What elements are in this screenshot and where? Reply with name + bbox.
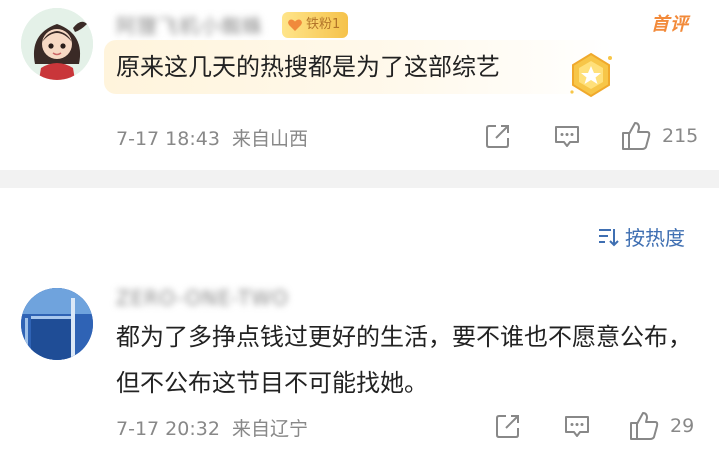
fan-badge: 铁粉1 xyxy=(282,12,349,38)
sort-icon xyxy=(599,228,619,246)
first-review-tag: 首评 xyxy=(651,14,689,35)
comment-item: 阿狸飞机小蜘蛛 铁粉1 首评 原来这几天的热搜都是为了这部综艺 7-17 18:… xyxy=(0,0,719,170)
comment-icon xyxy=(565,416,589,437)
like-count: 215 xyxy=(662,125,699,147)
comment-text: 都为了多挣点钱过更好的生活，要不谁也不愿意公布，但不公布这节目不可能找她。 xyxy=(116,323,692,397)
cartoon-girl-avatar-icon xyxy=(21,8,93,80)
comment-icon xyxy=(555,126,579,147)
comment-location: 来自辽宁 xyxy=(231,418,308,440)
avatar[interactable] xyxy=(21,288,93,360)
share-icon xyxy=(496,415,519,438)
blue-building-avatar-icon xyxy=(21,288,93,360)
heart-icon xyxy=(288,19,302,31)
comment-button[interactable] xyxy=(563,412,591,440)
section-divider xyxy=(0,170,719,188)
thumbs-up-icon xyxy=(630,412,659,440)
comment-text: 原来这几天的热搜都是为了这部综艺 xyxy=(116,53,500,81)
username[interactable]: ZERO-ONE-TWO xyxy=(116,286,289,310)
thumbs-up-icon xyxy=(622,122,651,150)
comment-time: 7-17 18:43 xyxy=(116,128,220,150)
share-button[interactable] xyxy=(484,122,512,150)
sort-button[interactable]: 按热度 xyxy=(596,222,685,251)
fan-badge-label: 铁粉1 xyxy=(306,17,341,32)
comment-item: ZERO-ONE-TWO 都为了多挣点钱过更好的生活，要不谁也不愿意公布，但不公… xyxy=(0,280,719,449)
like-button[interactable]: 29 xyxy=(628,410,694,442)
comment-time: 7-17 20:32 xyxy=(116,418,220,440)
comment-location: 来自山西 xyxy=(231,128,308,150)
avatar[interactable] xyxy=(21,8,93,80)
comment-meta: 7-17 20:32 来自辽宁 xyxy=(116,414,308,441)
like-button[interactable]: 215 xyxy=(620,120,698,152)
username[interactable]: 阿狸飞机小蜘蛛 xyxy=(116,10,263,39)
comment-button[interactable] xyxy=(553,122,581,150)
sort-label: 按热度 xyxy=(625,226,685,250)
like-count: 29 xyxy=(670,415,695,437)
comment-meta: 7-17 18:43 来自山西 xyxy=(116,124,308,151)
share-button[interactable] xyxy=(494,412,522,440)
share-icon xyxy=(486,125,509,148)
gold-medal-icon xyxy=(570,52,612,98)
